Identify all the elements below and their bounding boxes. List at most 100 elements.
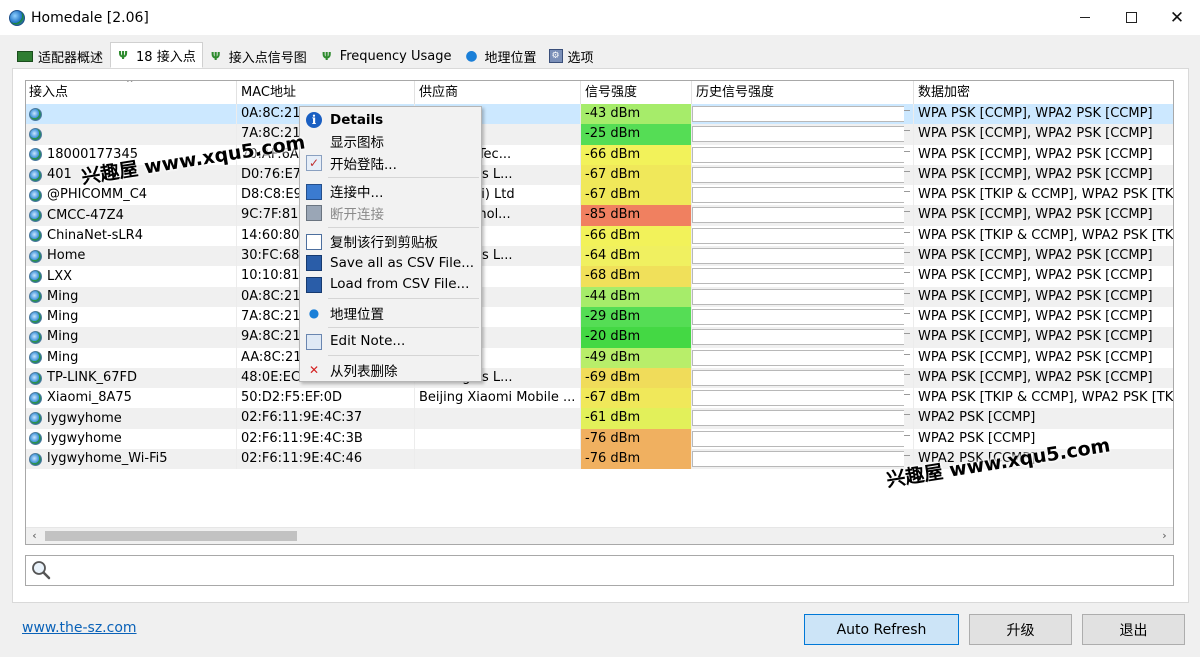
table-row[interactable]: CMCC-47Z49C:7F:81:DFast Technol...-85 dB…: [26, 205, 1173, 226]
menu-item-13[interactable]: Edit Note...: [300, 331, 481, 353]
access-point-name: @PHICOMM_C4: [47, 187, 148, 203]
access-point-icon: [29, 270, 42, 284]
table-row[interactable]: Ming 7A:8C:21:3 -29 dBm WPA PSK [CCMP], WPA…: [26, 306, 1173, 328]
column-header-1[interactable]: MAC地址: [237, 81, 415, 104]
tab-0[interactable]: 适配器概述: [12, 44, 111, 68]
table-row[interactable]: ChinaNet-sLR414:60:80:6ration-66 dBmWPA …: [26, 225, 1173, 247]
menu-item-11[interactable]: ● 地理位置: [300, 302, 481, 324]
cell-signal: -43 dBm: [581, 104, 692, 125]
menu-item-7[interactable]: 复制该行到剪贴板: [300, 231, 481, 253]
cell-signal: -69 dBm: [581, 367, 692, 389]
table-row[interactable]: @PHICOMM_C4D8:C8:E9:3(Shanghai) Ltd-67 d…: [26, 185, 1173, 206]
cell-encryption: WPA PSK [CCMP], WPA2 PSK [CCMP]: [914, 205, 1173, 225]
minimize-button[interactable]: [1062, 0, 1108, 35]
cell-signal: -61 dBm: [581, 408, 692, 429]
access-point-icon: [29, 148, 42, 162]
sort-ascending-icon: ^: [126, 80, 134, 89]
tab-label: 选项: [567, 50, 594, 66]
access-point-icon: [29, 127, 42, 141]
cell-signal: -66 dBm: [581, 225, 692, 247]
cell-access-point: Ming: [26, 286, 237, 307]
menu-item-8[interactable]: Save all as CSV File...: [300, 252, 481, 274]
menu-separator: [328, 298, 479, 299]
access-point-name: LXX: [47, 268, 73, 284]
table-row[interactable]: LXX10:10:81:8ration-68 dBmWPA PSK [CCMP]…: [26, 266, 1173, 287]
menu-separator: [328, 226, 479, 228]
menu-item-label: 连接中...: [330, 185, 384, 202]
table-row[interactable]: 7A:8C:21:3 -25 dBm WPA PSK [CCMP], WPA2 PS…: [26, 124, 1173, 145]
upgrade-button[interactable]: 升级: [969, 614, 1072, 645]
table-row[interactable]: Home30:FC:68:2chnologies L...-64 dBmWPA …: [26, 246, 1173, 267]
access-point-icon: [29, 229, 42, 243]
signal-history-bar: [692, 390, 910, 407]
table-row[interactable]: Xiaomi_8A75 50:D2:F5:EF:0D Beijing Xiaomi …: [26, 388, 1173, 409]
tab-label: 适配器概述: [38, 50, 104, 66]
table-row[interactable]: Ming 9A:8C:21:3 -20 dBm WPA PSK [CCMP], WPA…: [26, 327, 1173, 348]
column-header-2[interactable]: 供应商: [415, 81, 581, 104]
table-row[interactable]: 0A:8C:21:2 -43 dBm WPA PSK [CCMP], WPA2 PS…: [26, 104, 1173, 125]
menu-separator: [328, 176, 479, 178]
menu-item-label: 显示图标: [330, 135, 384, 152]
filter-search-input[interactable]: [25, 555, 1174, 586]
menu-item-15[interactable]: ✕ 从列表删除: [300, 359, 481, 381]
scroll-left-icon[interactable]: ‹: [26, 528, 43, 544]
exit-button[interactable]: 退出: [1082, 614, 1185, 645]
table-row[interactable]: TP-LINK_67FD48:0E:EC:3chnologies L...-69…: [26, 367, 1173, 389]
menu-item-5: 断开连接: [300, 202, 481, 224]
menu-item-9[interactable]: Load from CSV File...: [300, 274, 481, 296]
cell-encryption: WPA PSK [CCMP], WPA2 PSK [CCMP]: [914, 246, 1173, 266]
scroll-right-icon[interactable]: ›: [1156, 528, 1173, 544]
signal-history-bar: [692, 308, 910, 325]
horizontal-scrollbar[interactable]: ‹ ›: [26, 527, 1173, 544]
auto-refresh-button[interactable]: Auto Refresh: [804, 614, 959, 645]
note-icon: [306, 333, 322, 350]
menu-item-0[interactable]: i Details: [300, 109, 481, 131]
menu-item-1[interactable]: 显示图标: [300, 131, 481, 153]
tab-label: 地理位置: [484, 50, 537, 66]
access-point-name: TP-LINK_67FD: [47, 370, 138, 385]
cell-access-point: ChinaNet-sLR4: [26, 225, 237, 247]
table-row[interactable]: lygwyhome 02:F6:11:9E:4C:3B -76 dBm WPA2 PS…: [26, 428, 1173, 450]
scroll-thumb[interactable]: [45, 531, 297, 541]
login-icon: ✓: [306, 155, 322, 171]
menu-item-label: Edit Note...: [330, 333, 406, 350]
tab-4[interactable]: ● 地理位置: [458, 44, 544, 68]
maximize-button[interactable]: [1108, 0, 1154, 35]
website-link[interactable]: www.the-sz.com: [22, 620, 137, 636]
cell-signal-history: [692, 266, 914, 287]
tab-3[interactable]: Ψ Frequency Usage: [313, 44, 459, 68]
column-header-0[interactable]: 接入点 ^: [26, 81, 237, 104]
cell-encryption: WPA PSK [CCMP], WPA2 PSK [CCMP]: [914, 165, 1173, 185]
cell-encryption: WPA PSK [CCMP], WPA2 PSK [CCMP]: [914, 104, 1173, 124]
cell-signal: -67 dBm: [581, 185, 692, 206]
cell-mac: 50:D2:F5:EF:0D: [237, 388, 415, 409]
tab-label: Frequency Usage: [339, 48, 452, 64]
title-bar: Homedale [2.06] ✕: [0, 0, 1200, 35]
menu-item-label: 复制该行到剪贴板: [330, 235, 438, 252]
signal-history-bar: [692, 187, 910, 204]
table-row[interactable]: Ming AA:8C:21:2 -49 dBm WPA PSK [CCMP], WPA…: [26, 347, 1173, 368]
cell-encryption: WPA PSK [CCMP], WPA2 PSK [CCMP]: [914, 348, 1173, 368]
menu-separator: [328, 355, 479, 356]
access-point-name: Ming: [47, 288, 79, 304]
cell-access-point: [26, 124, 237, 145]
table-row[interactable]: Ming 0A:8C:21:2 -44 dBm WPA PSK [CCMP], WPA…: [26, 286, 1173, 307]
cell-vendor: Beijing Xiaomi Mobile ...: [415, 388, 581, 409]
signal-history-bar: [692, 288, 910, 305]
cell-encryption: WPA PSK [CCMP], WPA2 PSK [CCMP]: [914, 368, 1173, 388]
column-header-4[interactable]: 历史信号强度: [692, 81, 914, 104]
menu-item-2[interactable]: ✓ 开始登陆...: [300, 152, 481, 174]
table-row[interactable]: lygwyhome 02:F6:11:9E:4C:37 -61 dBm WPA2 PS…: [26, 408, 1173, 429]
menu-item-4[interactable]: 连接中...: [300, 181, 481, 203]
access-point-name: lygwyhome: [47, 430, 122, 446]
close-button[interactable]: ✕: [1154, 0, 1200, 35]
window-controls: ✕: [1062, 0, 1200, 35]
tab-5[interactable]: ⚙ 选项: [543, 44, 601, 68]
column-header-5[interactable]: 数据加密: [914, 81, 1173, 104]
access-point-icon: [29, 452, 42, 466]
access-point-icon: [29, 209, 42, 223]
tab-2[interactable]: Ψ 接入点信号图: [202, 44, 314, 68]
tab-1[interactable]: Ψ 18 接入点: [110, 42, 203, 68]
column-header-3[interactable]: 信号强度: [581, 81, 692, 104]
search-icon: [32, 561, 51, 580]
